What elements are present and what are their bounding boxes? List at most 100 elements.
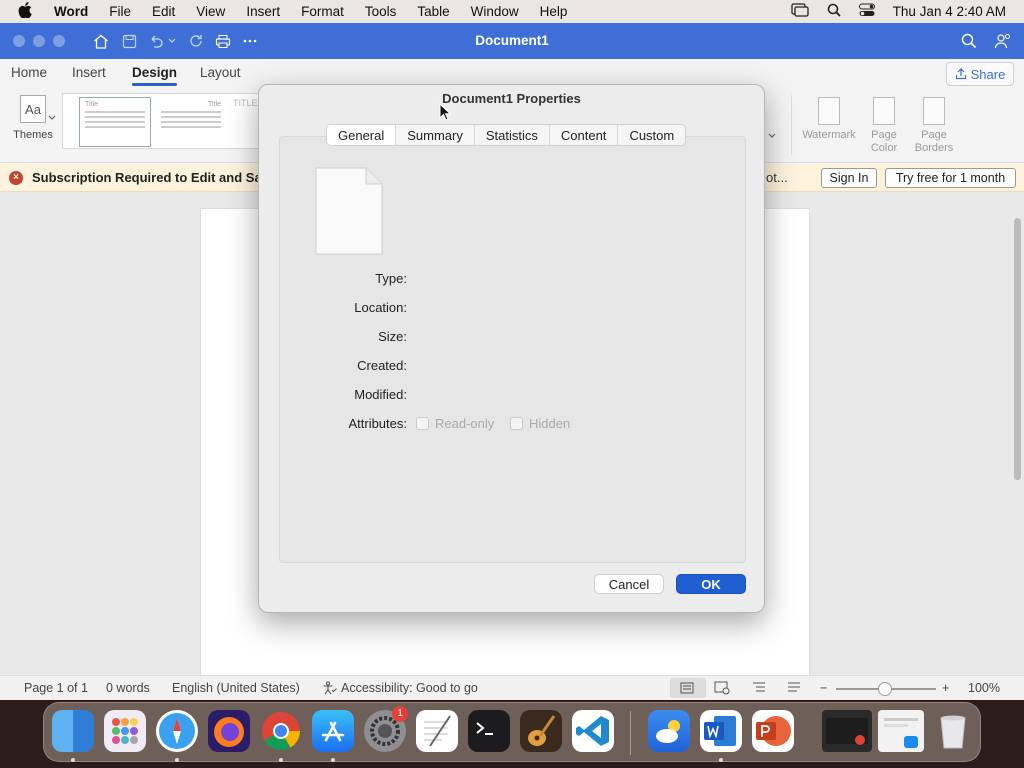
cancel-button[interactable]: Cancel <box>594 574 664 594</box>
menu-window[interactable]: Window <box>471 4 519 19</box>
menu-format[interactable]: Format <box>301 4 344 19</box>
try-free-button[interactable]: Try free for 1 month <box>885 168 1016 188</box>
themes-button[interactable]: Aa Themes <box>10 95 56 159</box>
tab-general[interactable]: General <box>327 125 397 145</box>
menu-view[interactable]: View <box>196 4 225 19</box>
menu-help[interactable]: Help <box>540 4 568 19</box>
menubar: Word File Edit View Insert Format Tools … <box>0 0 1024 23</box>
hidden-label: Hidden <box>529 416 571 431</box>
document-formatting-gallery[interactable]: Title Title TITLE <box>62 93 262 149</box>
dock: 1 <box>43 702 981 762</box>
apple-icon[interactable] <box>18 2 38 21</box>
title-bar: Document1 <box>0 23 1024 59</box>
hidden-checkbox[interactable]: Hidden <box>510 416 570 431</box>
menu-tools[interactable]: Tools <box>365 4 397 19</box>
recent-window-thumbnail-1[interactable] <box>822 710 872 752</box>
print-layout-view-button[interactable] <box>670 678 706 698</box>
search-icon[interactable] <box>958 30 980 52</box>
themes-icon: Aa <box>20 95 46 123</box>
tab-design[interactable]: Design <box>132 65 178 86</box>
attributes-label: Attributes: <box>348 416 407 431</box>
dialog-tabs: General Summary Statistics Content Custo… <box>326 124 687 146</box>
word-running-dot <box>719 758 723 762</box>
collaborate-icon[interactable] <box>992 30 1014 52</box>
zoom-out-icon[interactable]: − <box>820 681 827 695</box>
menu-edit[interactable]: Edit <box>152 4 175 19</box>
textedit-icon[interactable] <box>416 710 458 752</box>
menu-insert[interactable]: Insert <box>246 4 280 19</box>
control-center-icon[interactable] <box>858 3 875 20</box>
accessibility-status[interactable]: Accessibility: Good to go <box>322 681 478 695</box>
share-icon <box>955 68 966 80</box>
chrome-icon[interactable] <box>260 710 302 752</box>
readonly-checkbox[interactable]: Read-only <box>416 416 494 431</box>
weather-icon[interactable] <box>648 710 690 752</box>
readonly-checkbox-box <box>416 417 429 430</box>
watermark-button[interactable]: Watermark <box>801 97 857 142</box>
launchpad-icon[interactable] <box>104 710 146 752</box>
word-icon[interactable] <box>700 710 742 752</box>
tab-custom[interactable]: Custom <box>618 125 686 145</box>
share-button[interactable]: Share <box>946 62 1014 86</box>
vertical-scrollbar[interactable] <box>1014 218 1021 480</box>
banner-message: Subscription Required to Edit and Save <box>32 170 277 185</box>
location-label: Location: <box>354 300 407 315</box>
mouse-cursor-icon <box>439 102 452 121</box>
document-file-icon <box>315 167 383 255</box>
powerpoint-icon[interactable] <box>752 710 794 752</box>
app-store-icon[interactable] <box>312 710 354 752</box>
style-thumb-1[interactable]: Title <box>79 97 151 147</box>
chrome-running-dot <box>279 758 283 762</box>
spotlight-search-icon[interactable] <box>827 3 841 20</box>
menu-table[interactable]: Table <box>417 4 449 19</box>
zoom-level[interactable]: 100% <box>968 681 1000 695</box>
document-properties-dialog: Document1 Properties General Summary Sta… <box>258 84 765 613</box>
tab-content[interactable]: Content <box>549 125 619 145</box>
readonly-label: Read-only <box>435 416 495 431</box>
dock-separator <box>630 711 631 755</box>
zoom-slider-thumb[interactable] <box>878 682 892 696</box>
sign-in-button[interactable]: Sign In <box>821 168 877 188</box>
focus-view-icon[interactable] <box>787 681 801 696</box>
type-label: Type: <box>375 271 407 286</box>
document-title: Document1 <box>475 33 549 48</box>
zoom-in-icon[interactable]: + <box>942 681 949 695</box>
page-color-button[interactable]: Page Color <box>857 97 911 155</box>
page-borders-icon <box>923 97 945 125</box>
tab-layout[interactable]: Layout <box>200 65 241 80</box>
menu-file[interactable]: File <box>109 4 131 19</box>
display-mirroring-icon[interactable] <box>791 3 809 20</box>
word-window: Document1 Home Insert Design Layout Shar… <box>0 23 1024 700</box>
menu-app-word[interactable]: Word <box>54 4 88 19</box>
terminal-icon[interactable] <box>468 710 510 752</box>
tab-statistics[interactable]: Statistics <box>474 125 550 145</box>
watermark-icon <box>818 97 840 125</box>
modified-label: Modified: <box>354 387 407 402</box>
tab-home[interactable]: Home <box>11 65 47 80</box>
error-icon: × <box>9 171 23 185</box>
themes-dropdown-chevron-icon[interactable] <box>48 109 56 124</box>
system-settings-badge: 1 <box>392 706 408 722</box>
word-count[interactable]: 0 words <box>106 681 150 695</box>
vscode-icon[interactable] <box>572 710 614 752</box>
outline-view-icon[interactable] <box>752 681 766 696</box>
tab-summary[interactable]: Summary <box>396 125 475 145</box>
style-thumb-2[interactable]: Title <box>155 97 227 147</box>
safari-running-dot <box>175 758 179 762</box>
tab-insert[interactable]: Insert <box>72 65 106 80</box>
menubar-clock[interactable]: Thu Jan 4 2:40 AM <box>893 4 1006 19</box>
trash-icon[interactable] <box>932 710 974 752</box>
garageband-icon[interactable] <box>520 710 562 752</box>
recent-window-thumbnail-2[interactable] <box>878 710 924 752</box>
ok-button[interactable]: OK <box>676 574 746 594</box>
gallery-more-chevron-icon[interactable] <box>768 127 776 142</box>
style-thumb-3[interactable]: TITLE <box>233 98 258 108</box>
share-label: Share <box>970 66 1006 82</box>
web-layout-icon[interactable] <box>714 681 730 698</box>
language-status[interactable]: English (United States) <box>172 681 300 695</box>
safari-icon[interactable] <box>156 710 198 752</box>
page-borders-button[interactable]: Page Borders <box>906 97 962 155</box>
page-count[interactable]: Page 1 of 1 <box>24 681 88 695</box>
finder-icon[interactable] <box>52 710 94 752</box>
firefox-icon[interactable] <box>208 710 250 752</box>
